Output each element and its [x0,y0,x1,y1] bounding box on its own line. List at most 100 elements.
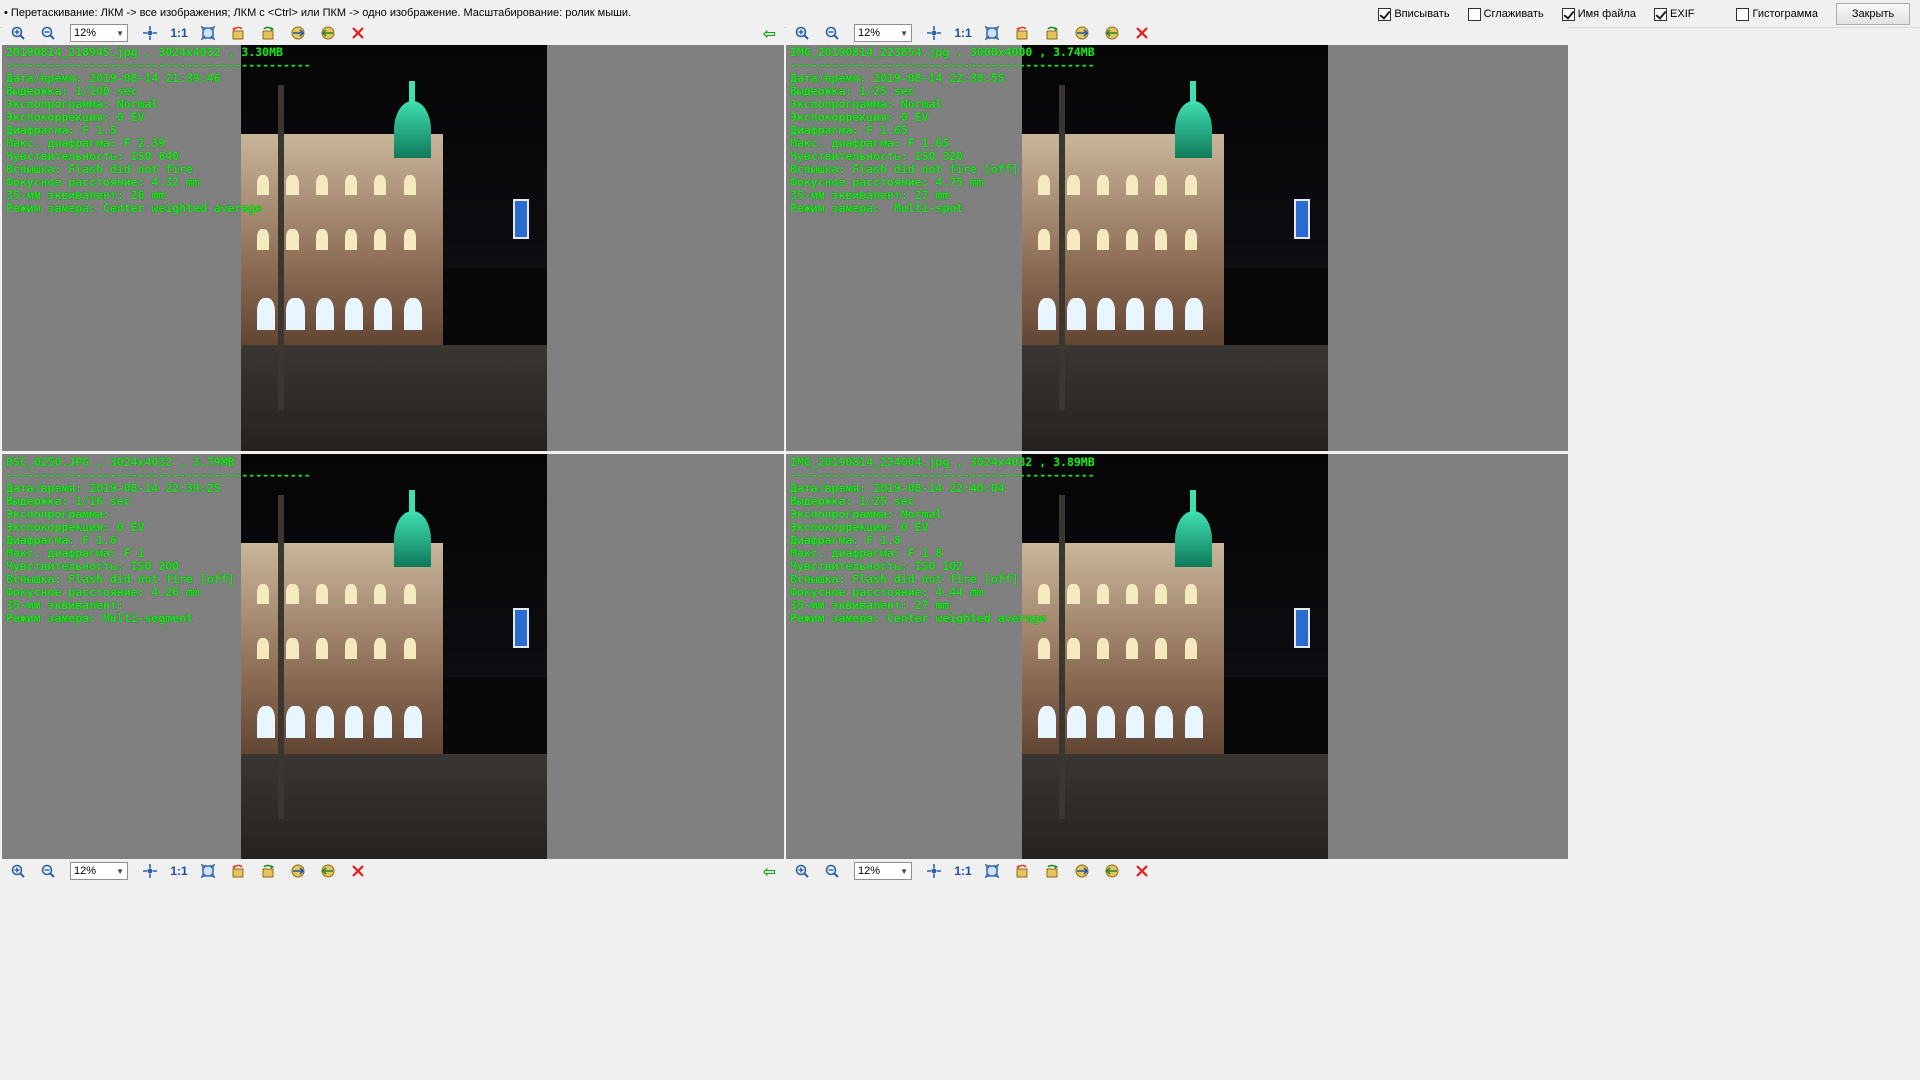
window [1126,583,1139,605]
checkbox-histogram[interactable] [1736,7,1750,21]
flip-icon[interactable] [286,861,310,881]
rotate-right-icon[interactable] [1040,23,1064,43]
delete-icon[interactable] [346,861,370,881]
bottom-right-pane[interactable]: IMG_20190814_224004.jpg , 3024x4032 , 3.… [786,454,1568,859]
fit-frame-icon[interactable] [196,861,220,881]
flip-icon[interactable] [1070,861,1094,881]
one-to-one-button[interactable]: 1:1 [952,23,974,43]
window [345,638,358,659]
mirror-icon[interactable] [1100,23,1124,43]
one-to-one-button[interactable]: 1:1 [952,861,974,881]
option-exif[interactable]: EXIF [1654,7,1694,21]
top-right-pane[interactable]: IMG_20190814_223854.jpg , 3000x4000 , 3.… [786,44,1568,451]
window [1067,706,1086,739]
checkbox-exif[interactable] [1654,7,1668,21]
flip-icon[interactable] [286,23,310,43]
window [257,297,276,330]
fit-center-icon[interactable] [138,23,162,43]
window [1096,229,1109,250]
fit-frame-icon[interactable] [980,861,1004,881]
option-smooth[interactable]: Сглаживать [1467,7,1544,21]
one-to-one-button[interactable]: 1:1 [168,861,190,881]
zoom-out-icon[interactable] [820,23,844,43]
rotate-right-icon[interactable] [256,861,280,881]
fit-center-icon[interactable] [922,861,946,881]
top-left-exif-overlay: 20190814_218945.jpg , 3024x4032 , 3.30MB… [6,46,311,215]
option-fit[interactable]: Вписывать [1378,7,1450,21]
fit-frame-icon[interactable] [980,23,1004,43]
street [1022,753,1328,859]
one-to-one-button[interactable]: 1:1 [168,23,190,43]
window [374,706,393,739]
flip-icon[interactable] [1070,23,1094,43]
rotate-left-icon[interactable] [226,861,250,881]
window [374,174,387,196]
fit-center-icon[interactable] [922,23,946,43]
zoom-value: 12% [74,865,97,877]
fit-center-icon[interactable] [138,861,162,881]
top-left-toolbar: 12% ▼ 1:1 ⇦ [2,21,784,45]
crosswalk-sign [1294,198,1310,240]
window [286,297,305,330]
close-button[interactable]: Закрыть [1836,3,1910,25]
window [1096,297,1115,330]
rotate-left-icon[interactable] [1010,861,1034,881]
mirror-icon[interactable] [1100,861,1124,881]
window [403,297,422,330]
window [345,706,364,739]
window [257,229,270,250]
rotate-right-icon[interactable] [256,23,280,43]
window [1155,297,1174,330]
window [1126,706,1145,739]
zoom-select[interactable]: 12% ▼ [854,862,912,880]
zoom-out-icon[interactable] [36,23,60,43]
top-right-exif-overlay: IMG_20190814_223854.jpg , 3000x4000 , 3.… [790,46,1095,215]
window [257,638,270,659]
zoom-in-icon[interactable] [790,861,814,881]
window [345,229,358,250]
bottom-left-pane[interactable]: DSC_0250.JPG , 3024x4032 , 3.79MB -------… [2,454,784,859]
checkbox-smooth[interactable] [1467,7,1481,21]
back-arrow-icon[interactable]: ⇦ [763,862,776,882]
delete-icon[interactable] [1130,23,1154,43]
delete-icon[interactable] [1130,861,1154,881]
exif-line: Режим замера: Multi-segment [6,611,193,625]
zoom-in-icon[interactable] [790,23,814,43]
spire [1190,490,1197,515]
rotate-left-icon[interactable] [1010,23,1034,43]
window [1184,583,1197,605]
fit-frame-icon[interactable] [196,23,220,43]
zoom-out-icon[interactable] [36,861,60,881]
window [1038,706,1057,739]
street [241,345,547,451]
zoom-out-icon[interactable] [820,861,844,881]
green-dome [1175,510,1212,568]
exif-line: Режим замера: Center weighted average [6,201,263,215]
zoom-select[interactable]: 12% ▼ [70,862,128,880]
zoom-select[interactable]: 12% ▼ [70,24,128,42]
top-left-pane[interactable]: 20190814_218945.jpg , 3024x4032 , 3.30MB… [2,44,784,451]
window [286,229,299,250]
rotate-right-icon[interactable] [1040,861,1064,881]
window [1155,638,1168,659]
option-histogram[interactable]: Гистограмма [1736,7,1818,21]
zoom-in-icon[interactable] [6,861,30,881]
window [315,297,334,330]
zoom-select[interactable]: 12% ▼ [854,24,912,42]
window [403,229,416,250]
mirror-icon[interactable] [316,23,340,43]
option-filename[interactable]: Имя файла [1561,7,1636,21]
mirror-icon[interactable] [316,861,340,881]
usage-hint: • Перетаскивание: ЛКМ -> все изображения… [4,7,632,19]
zoom-in-icon[interactable] [6,23,30,43]
exif-line: Режим замера: Multi-spot [790,201,964,215]
checkbox-filename[interactable] [1561,7,1575,21]
rotate-left-icon[interactable] [226,23,250,43]
delete-icon[interactable] [346,23,370,43]
window [1067,297,1086,330]
window [1126,229,1139,250]
green-dome [1175,100,1212,158]
checkbox-fit[interactable] [1378,7,1392,21]
back-arrow-icon[interactable]: ⇦ [763,24,776,44]
window [286,638,299,659]
